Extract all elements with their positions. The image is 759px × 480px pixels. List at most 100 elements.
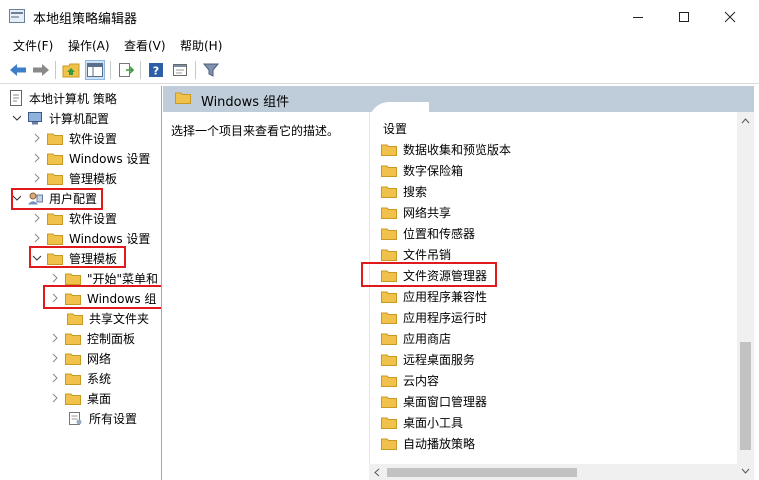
- scroll-up-icon[interactable]: [741, 118, 750, 124]
- maximize-button[interactable]: [661, 0, 707, 33]
- tree-node-network[interactable]: 网络: [49, 348, 111, 368]
- scroll-left-icon[interactable]: [374, 468, 380, 477]
- vertical-scrollbar[interactable]: [737, 112, 754, 480]
- list-item[interactable]: 自动播放策略: [381, 433, 475, 453]
- folder-icon: [381, 207, 397, 219]
- back-button[interactable]: [8, 60, 28, 80]
- menu-help[interactable]: 帮助(H): [180, 37, 222, 54]
- vertical-scroll-thumb[interactable]: [740, 342, 751, 450]
- properties-button[interactable]: [170, 60, 190, 80]
- window-title: 本地组策略编辑器: [33, 12, 138, 27]
- export-list-icon: [119, 63, 134, 77]
- tree-node-local-policy[interactable]: 本地计算机 策略: [9, 88, 117, 108]
- tree-node-label: 软件设置: [69, 211, 118, 226]
- toolbar-separator: [140, 61, 141, 79]
- folder-icon: [65, 373, 81, 385]
- folder-icon: [175, 92, 191, 104]
- folder-icon: [381, 144, 397, 156]
- tree-node-label: 管理模板: [69, 171, 118, 186]
- show-tree-button[interactable]: [85, 60, 105, 80]
- tree-pane-icon: [87, 63, 103, 77]
- filter-button[interactable]: [201, 60, 221, 80]
- folder-icon: [65, 333, 81, 345]
- tree-node-label: 软件设置: [69, 131, 118, 146]
- back-arrow-icon: [10, 64, 26, 76]
- toolbar-separator: [110, 61, 111, 79]
- tree-node-computer-config[interactable]: 计算机配置: [11, 108, 109, 128]
- chevron-down-icon[interactable]: [11, 112, 23, 124]
- toolbar: ?: [0, 57, 759, 84]
- up-level-button[interactable]: [61, 60, 81, 80]
- list-item[interactable]: 网络共享: [381, 202, 451, 222]
- export-list-button[interactable]: [116, 60, 136, 80]
- close-button[interactable]: [707, 0, 753, 33]
- list-item[interactable]: 数字保险箱: [381, 160, 463, 180]
- policy-doc-icon: [10, 90, 22, 106]
- folder-icon: [381, 291, 397, 303]
- folder-icon: [381, 396, 397, 408]
- minimize-button[interactable]: [615, 0, 661, 33]
- tree-node-all-settings[interactable]: 所有设置: [67, 408, 137, 428]
- list-item[interactable]: 桌面小工具: [381, 412, 463, 432]
- list-item[interactable]: 远程桌面服务: [381, 349, 475, 369]
- toolbar-separator: [55, 61, 56, 79]
- list-item[interactable]: 应用程序兼容性: [381, 286, 487, 306]
- folder-icon: [47, 133, 63, 145]
- forward-button[interactable]: [31, 60, 51, 80]
- chevron-right-icon[interactable]: [49, 332, 61, 344]
- chevron-right-icon[interactable]: [49, 352, 61, 364]
- chevron-right-icon[interactable]: [31, 152, 43, 164]
- computer-icon: [28, 111, 42, 124]
- help-button[interactable]: ?: [146, 60, 166, 80]
- list-item[interactable]: 桌面窗口管理器: [381, 391, 487, 411]
- scroll-down-icon[interactable]: [741, 468, 750, 474]
- horizontal-scroll-thumb[interactable]: [387, 468, 577, 477]
- menu-bar: 文件(F) 操作(A) 查看(V) 帮助(H): [0, 33, 759, 57]
- tree-node-shared-folders[interactable]: 共享文件夹: [67, 308, 149, 328]
- list-item[interactable]: 文件吊销: [381, 244, 451, 264]
- folder-icon: [381, 354, 397, 366]
- chevron-right-icon[interactable]: [31, 232, 43, 244]
- help-icon: ?: [149, 63, 163, 78]
- list-item[interactable]: 位置和传感器: [381, 223, 475, 243]
- tree-node-software-settings[interactable]: 软件设置: [31, 208, 117, 228]
- list-item[interactable]: 应用商店: [381, 328, 451, 348]
- tree-node-desktop[interactable]: 桌面: [49, 388, 111, 408]
- folder-icon: [381, 438, 397, 450]
- folder-icon: [381, 312, 397, 324]
- menu-action[interactable]: 操作(A): [68, 37, 110, 54]
- chevron-right-icon[interactable]: [31, 212, 43, 224]
- list-item[interactable]: 搜索: [381, 181, 427, 201]
- forward-arrow-icon: [33, 64, 49, 76]
- highlight-admin-templates: [29, 246, 126, 268]
- tree-node-system[interactable]: 系统: [49, 368, 111, 388]
- chevron-right-icon[interactable]: [49, 272, 61, 284]
- folder-icon: [381, 165, 397, 177]
- svg-text:?: ?: [153, 65, 159, 78]
- tree-node-label: Windows 设置: [69, 231, 151, 246]
- folder-icon: [381, 417, 397, 429]
- chevron-right-icon[interactable]: [49, 372, 61, 384]
- chevron-right-icon[interactable]: [31, 132, 43, 144]
- chevron-right-icon[interactable]: [31, 172, 43, 184]
- horizontal-scrollbar[interactable]: [369, 464, 737, 480]
- tree-node-software-settings[interactable]: 软件设置: [31, 128, 117, 148]
- column-header-settings[interactable]: 设置: [383, 120, 407, 137]
- folder-icon: [65, 393, 81, 405]
- chevron-right-icon[interactable]: [49, 392, 61, 404]
- tree-node-label: 网络: [87, 351, 112, 366]
- list-item[interactable]: 数据收集和预览版本: [381, 139, 511, 159]
- tree-node-label: 所有设置: [89, 411, 138, 426]
- description-text: 选择一个项目来查看它的描述。: [171, 124, 340, 138]
- tree-node-admin-templates[interactable]: 管理模板: [31, 168, 117, 188]
- tree-node-control-panel[interactable]: 控制面板: [49, 328, 135, 348]
- folder-icon: [381, 249, 397, 261]
- tree-node-windows-settings[interactable]: Windows 设置: [31, 228, 150, 248]
- minimize-icon: [633, 16, 643, 18]
- settings-page-icon: [69, 411, 82, 425]
- menu-file[interactable]: 文件(F): [13, 37, 53, 54]
- list-item[interactable]: 云内容: [381, 370, 439, 390]
- menu-view[interactable]: 查看(V): [124, 37, 166, 54]
- list-item[interactable]: 应用程序运行时: [381, 307, 487, 327]
- tree-node-windows-settings[interactable]: Windows 设置: [31, 148, 150, 168]
